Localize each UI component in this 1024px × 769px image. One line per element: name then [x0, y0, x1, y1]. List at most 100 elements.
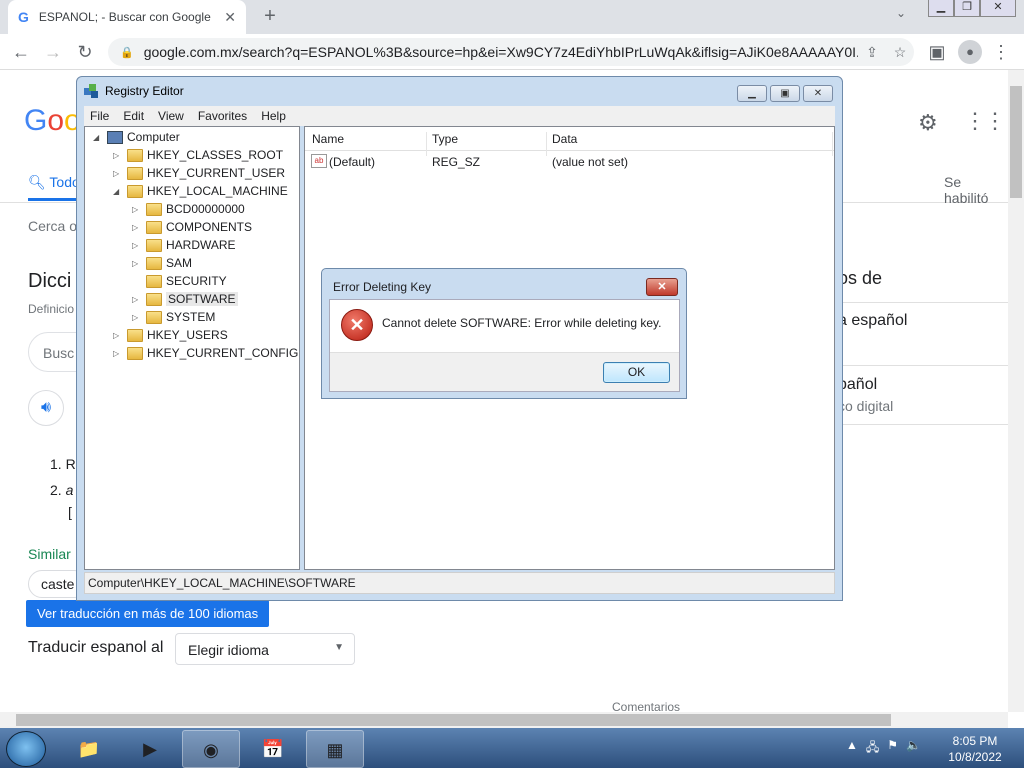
tree-item-hkcc[interactable]: ▷ HKEY_CURRENT_CONFIG	[113, 346, 298, 360]
translate-more-button[interactable]: Ver traducción en más de 100 idiomas	[26, 600, 270, 627]
menu-help[interactable]: Help	[261, 109, 286, 123]
system-tray: ▲ 🖧 ⚑ 🔈	[846, 738, 921, 759]
tree-item-software[interactable]: ▷ SOFTWARE	[132, 292, 238, 306]
media-player-icon[interactable]: ▶	[121, 730, 179, 768]
settings-gear-icon[interactable]: ⚙	[918, 110, 938, 136]
expand-arrow-icon[interactable]: ▷	[113, 169, 123, 178]
chrome-taskbar-icon[interactable]: ◉	[182, 730, 240, 768]
tree-item-bcd[interactable]: ▷ BCD00000000	[132, 202, 245, 216]
back-icon[interactable]: ←	[10, 41, 32, 63]
regedit-maximize-button[interactable]: ▣	[770, 85, 800, 102]
vertical-scroll-thumb[interactable]	[1010, 86, 1022, 198]
restore-window-button[interactable]: ❐	[954, 0, 980, 17]
folder-icon	[146, 292, 162, 306]
expand-arrow-icon[interactable]: ▷	[132, 313, 142, 322]
related-item-2-sub: co digital	[838, 398, 894, 414]
expand-arrow-icon[interactable]: ▷	[132, 295, 142, 304]
ok-button[interactable]: OK	[603, 362, 670, 383]
google-apps-icon[interactable]: ⋮⋮⋮	[964, 108, 1008, 134]
error-dialog-title[interactable]: Error Deleting Key	[333, 280, 431, 294]
expand-arrow-icon[interactable]: ▷	[132, 241, 142, 250]
feedback-link[interactable]: Comentarios	[612, 700, 680, 712]
tree-item-hkcu[interactable]: ▷ HKEY_CURRENT_USER	[113, 166, 285, 180]
related-item-2[interactable]: pañol	[838, 376, 877, 394]
volume-icon[interactable]: 🔈	[906, 738, 921, 759]
divider	[838, 424, 1008, 425]
start-button[interactable]	[6, 731, 46, 767]
expand-arrow-icon[interactable]: ▷	[113, 151, 123, 160]
column-type[interactable]: Type	[432, 132, 458, 146]
tree-item-sam[interactable]: ▷ SAM	[132, 256, 192, 270]
horizontal-scroll-thumb[interactable]	[16, 714, 891, 726]
dictionary-title: Dicci	[28, 270, 72, 292]
folder-icon	[127, 346, 143, 360]
menu-view[interactable]: View	[158, 109, 184, 123]
tree-item-hkcr[interactable]: ▷ HKEY_CLASSES_ROOT	[113, 148, 283, 162]
list-number: 2.	[50, 482, 62, 498]
column-name[interactable]: Name	[312, 132, 344, 146]
share-icon[interactable]: ⇪	[858, 44, 886, 61]
registry-editor-titlebar[interactable]: Registry Editor	[83, 83, 184, 99]
browser-tab[interactable]: G ESPANOL; - Buscar con Google ✕	[8, 0, 246, 34]
column-separator[interactable]	[546, 132, 547, 156]
tree-item-hklm[interactable]: ◢ HKEY_LOCAL_MACHINE	[113, 184, 288, 198]
network-icon[interactable]: 🖧	[866, 738, 879, 759]
regedit-taskbar-icon[interactable]: ▦	[306, 730, 364, 768]
regedit-close-button[interactable]: ✕	[803, 85, 833, 102]
profile-avatar-icon[interactable]: ●	[958, 40, 982, 64]
tree-item-hku[interactable]: ▷ HKEY_USERS	[113, 328, 228, 342]
clock[interactable]: 8:05 PM 10/8/2022	[940, 733, 1010, 765]
tree-item-components[interactable]: ▷ COMPONENTS	[132, 220, 252, 234]
registry-tree[interactable]: ◢ Computer ▷ HKEY_CLASSES_ROOT ▷ HKEY_CURRE…	[84, 126, 300, 570]
error-dialog-footer: OK	[330, 352, 679, 391]
tree-label: HARDWARE	[166, 238, 236, 252]
menu-favorites[interactable]: Favorites	[198, 109, 247, 123]
column-separator[interactable]	[426, 132, 427, 156]
new-tab-button[interactable]: +	[258, 4, 282, 28]
show-hidden-icons-icon[interactable]: ▲	[846, 738, 858, 759]
explorer-icon[interactable]: 📁	[60, 730, 118, 768]
collapse-arrow-icon[interactable]: ◢	[113, 187, 123, 196]
related-item-1[interactable]: a español	[838, 312, 907, 330]
menu-file[interactable]: File	[90, 109, 109, 123]
task-scheduler-icon[interactable]: 📅	[244, 730, 302, 768]
expand-arrow-icon[interactable]: ▷	[132, 223, 142, 232]
registry-editor-title: Registry Editor	[105, 84, 184, 98]
folder-icon	[127, 328, 143, 342]
lock-icon: 🔒	[120, 46, 134, 59]
tab-all[interactable]: 🔍︎ Todo	[28, 174, 80, 191]
tree-item-computer[interactable]: ◢ Computer	[93, 130, 180, 144]
menu-edit[interactable]: Edit	[123, 109, 144, 123]
regedit-minimize-button[interactable]: ▁	[737, 85, 767, 102]
column-data[interactable]: Data	[552, 132, 577, 146]
tree-item-system[interactable]: ▷ SYSTEM	[132, 310, 215, 324]
error-dialog-close-button[interactable]: ✕	[646, 278, 678, 296]
tab-search-chevron-icon[interactable]: ⌄	[896, 6, 906, 20]
collapse-arrow-icon[interactable]: ◢	[93, 133, 103, 142]
bookmark-star-icon[interactable]: ☆	[886, 44, 914, 61]
close-tab-icon[interactable]: ✕	[224, 9, 236, 26]
expand-arrow-icon[interactable]: ▷	[113, 349, 123, 358]
address-bar[interactable]: 🔒 google.com.mx/search?q=ESPANOL%3B&sour…	[108, 38, 914, 66]
expand-arrow-icon[interactable]: ▷	[132, 259, 142, 268]
side-panel-icon[interactable]: ▣	[926, 41, 948, 63]
speaker-icon[interactable]: 🔊︎	[28, 390, 64, 426]
tree-item-hardware[interactable]: ▷ HARDWARE	[132, 238, 236, 252]
expand-arrow-icon[interactable]: ▷	[113, 331, 123, 340]
tree-item-security[interactable]: SECURITY	[132, 274, 227, 288]
reload-icon[interactable]: ↻	[74, 41, 96, 63]
minimize-window-button[interactable]: ▁	[928, 0, 954, 17]
table-row[interactable]: ab (Default) REG_SZ (value not set)	[309, 154, 834, 172]
url-text: google.com.mx/search?q=ESPANOL%3B&source…	[143, 44, 858, 60]
active-tab-indicator	[28, 198, 76, 201]
close-window-button[interactable]: ✕	[980, 0, 1016, 17]
list-header: Name Type Data	[305, 127, 834, 156]
forward-icon[interactable]: →	[42, 41, 64, 63]
expand-arrow-icon[interactable]: ▷	[132, 205, 142, 214]
action-center-flag-icon[interactable]: ⚑	[887, 738, 898, 759]
more-menu-icon[interactable]: ⋮	[990, 41, 1012, 63]
dropdown-arrow-icon: ▼	[334, 642, 344, 653]
column-separator[interactable]	[832, 132, 833, 156]
google-logo[interactable]: Goo	[24, 104, 81, 138]
language-select[interactable]: Elegir idioma ▼	[175, 633, 355, 665]
